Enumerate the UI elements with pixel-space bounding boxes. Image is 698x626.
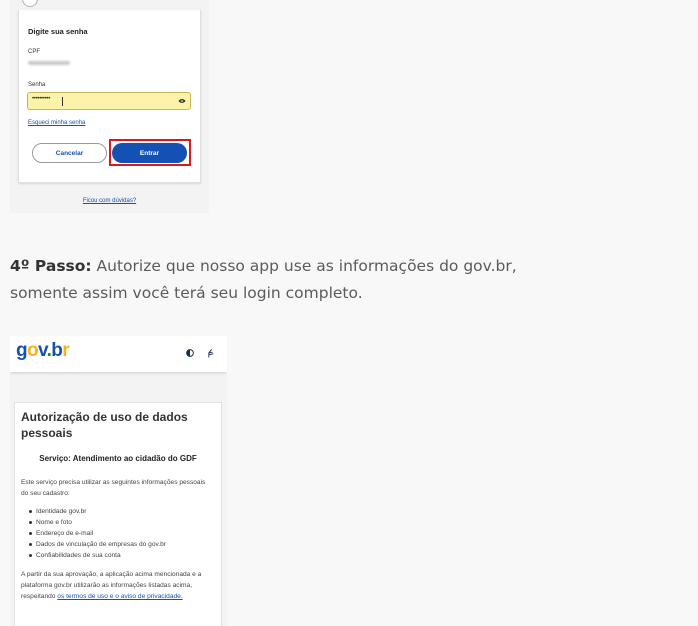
password-field[interactable]: •••••••••• <box>27 92 191 110</box>
list-item: Nome e foto <box>21 517 166 528</box>
password-value: •••••••••• <box>32 96 51 102</box>
govbr-logo[interactable]: gov.br <box>16 340 70 362</box>
eye-icon[interactable] <box>178 98 186 104</box>
step-label: 4º Passo: <box>10 257 92 275</box>
list-item: Endereço de e-mail <box>21 528 166 539</box>
enter-button[interactable]: Entrar <box>112 143 187 163</box>
card-title: Digite sua senha <box>28 27 88 36</box>
cpf-label: CPF <box>28 49 40 55</box>
text-caret <box>62 97 63 106</box>
info-list: Identidade gov.br Nome e foto Endereço d… <box>21 506 166 561</box>
intro-text: Este serviço precisa utilizar as seguint… <box>21 479 206 497</box>
contrast-icon[interactable] <box>186 349 194 357</box>
cancel-button[interactable]: Cancelar <box>32 143 107 163</box>
service-name: Serviço: Atendimento ao cidadão do GDF <box>39 454 197 463</box>
cpf-value-blurred <box>28 61 70 65</box>
vlibras-icon[interactable] <box>206 348 215 358</box>
help-link[interactable]: Ficou com dúvidas? <box>10 198 209 204</box>
list-item: Identidade gov.br <box>21 506 166 517</box>
terms-link[interactable]: os termos de uso e o aviso de privacidad… <box>57 593 182 600</box>
password-label: Senha <box>28 82 46 88</box>
avatar-edge <box>22 0 38 7</box>
list-item: Dados de vinculação de empresas do gov.b… <box>21 539 166 550</box>
approval-text: A partir da sua aprovação, a aplicação a… <box>21 569 217 602</box>
authorization-title: Autorização de uso de dados pessoais <box>21 410 188 440</box>
login-screenshot: Digite sua senha CPF Senha •••••••••• Es… <box>10 0 209 213</box>
govbr-header: gov.br <box>10 336 227 372</box>
step-instruction: 4º Passo: Autorize que nosso app use as … <box>10 253 570 307</box>
authorization-screenshot: gov.br Autorização de uso de dados pesso… <box>10 336 227 626</box>
list-item: Confiabilidades de sua conta <box>21 550 166 561</box>
forgot-password-link[interactable]: Esqueci minha senha <box>28 120 85 126</box>
password-card: Digite sua senha CPF Senha •••••••••• Es… <box>18 10 201 183</box>
authorization-card: Autorização de uso de dados pessoais Ser… <box>14 402 222 626</box>
